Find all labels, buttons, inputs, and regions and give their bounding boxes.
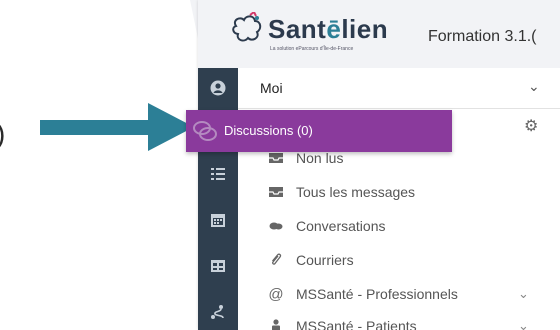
- version-label: Formation 3.1.(: [428, 28, 537, 45]
- menu-item-label: Conversations: [296, 218, 386, 234]
- menu-item-courriers[interactable]: Courriers: [268, 248, 548, 272]
- gear-icon[interactable]: ⚙: [524, 116, 538, 136]
- list-icon[interactable]: [208, 164, 228, 184]
- app-window: Santēlien La solution eParcours d'Île-de…: [198, 0, 560, 330]
- chat-icon: [193, 121, 217, 141]
- discussions-label: Discussions (0): [224, 123, 313, 138]
- app-header: Santēlien La solution eParcours d'Île-de…: [198, 0, 560, 68]
- person-icon: [268, 318, 284, 330]
- calendar-icon[interactable]: [208, 210, 228, 230]
- menu-item-label: Non lus: [296, 150, 344, 166]
- annotation-paren: ): [0, 118, 5, 150]
- logo-text: Santēlien: [268, 14, 389, 44]
- route-icon[interactable]: [208, 302, 228, 322]
- chevron-down-icon: ⌄: [518, 318, 529, 330]
- inbox-icon: [268, 184, 284, 200]
- user-select-value: Moi: [260, 80, 283, 96]
- paperclip-icon: [268, 252, 284, 268]
- chevron-down-icon: ⌄: [518, 286, 529, 301]
- chat-icon: [268, 218, 284, 234]
- user-select[interactable]: Moi ⌄: [238, 68, 560, 109]
- menu-item-label: Tous les messages: [296, 184, 416, 200]
- logo-mark-icon: [232, 12, 262, 42]
- user-icon[interactable]: [208, 78, 228, 98]
- menu-item-conversations[interactable]: Conversations: [268, 214, 548, 238]
- logo-tagline: La solution eParcours d'Île-de-France: [270, 46, 354, 52]
- at-icon: @: [268, 285, 284, 303]
- menu-item-label: MSSanté - Patients: [296, 318, 417, 330]
- pointer-arrow-shaft: [40, 120, 150, 135]
- discussions-button[interactable]: Discussions (0): [186, 110, 452, 152]
- menu-item-mssante-professionnels[interactable]: @ MSSanté - Professionnels ⌄: [268, 282, 548, 306]
- chevron-down-icon: ⌄: [528, 78, 540, 94]
- left-sidebar: [198, 68, 238, 330]
- menu-item-label: MSSanté - Professionnels: [296, 286, 458, 302]
- santelien-logo[interactable]: Santēlien La solution eParcours d'Île-de…: [230, 10, 410, 60]
- table-icon[interactable]: [208, 256, 228, 276]
- inbox-icon: [268, 150, 284, 166]
- menu-item-mssante-patients[interactable]: MSSanté - Patients ⌄: [268, 314, 548, 330]
- menu-item-label: Courriers: [296, 252, 354, 268]
- menu-item-tous-les-messages[interactable]: Tous les messages: [268, 180, 548, 204]
